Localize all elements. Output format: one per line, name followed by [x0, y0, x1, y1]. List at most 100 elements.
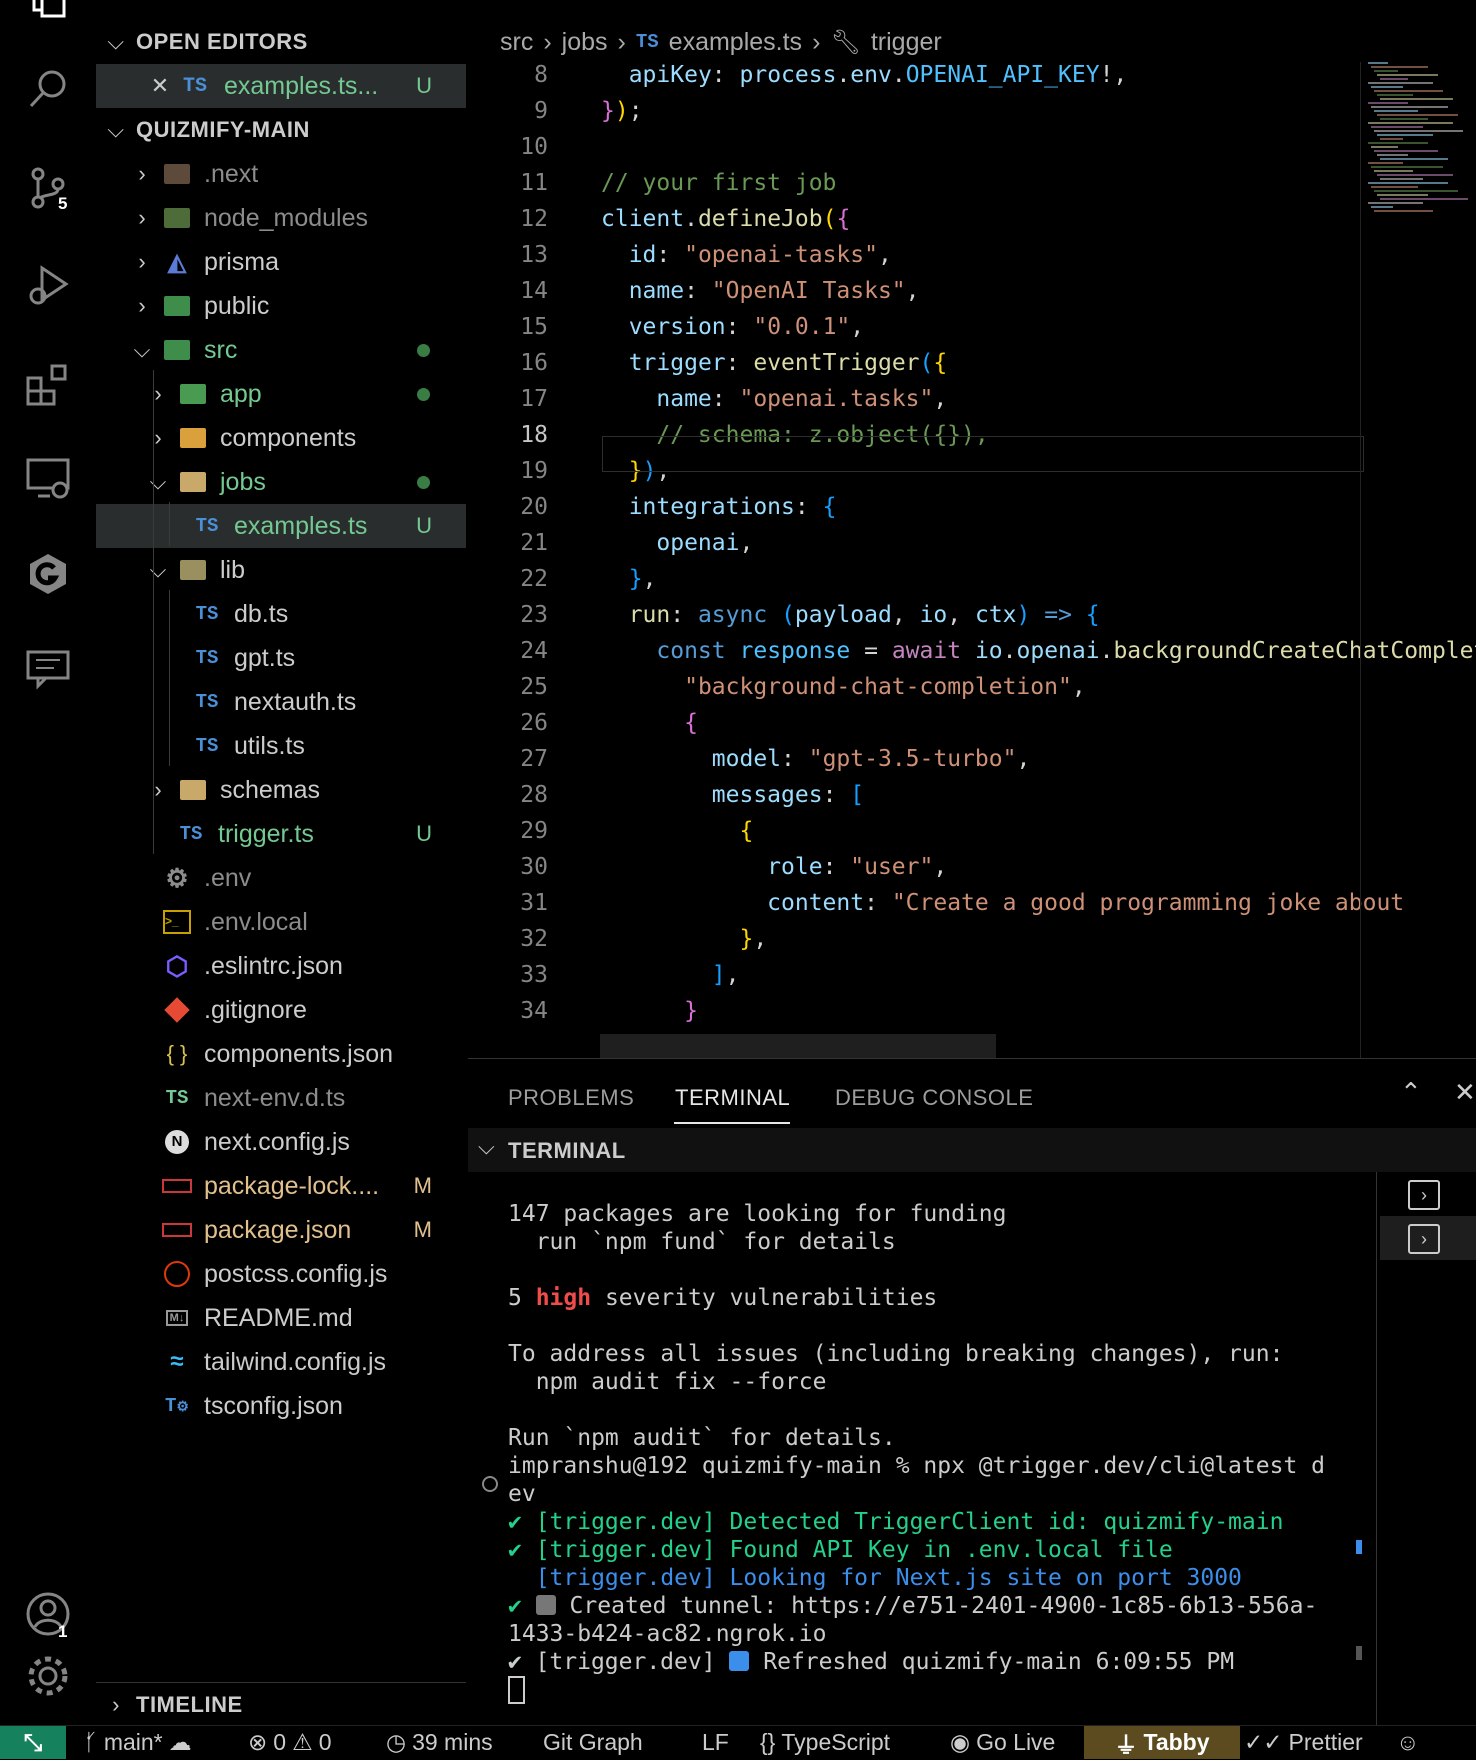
- horizontal-scrollbar[interactable]: [600, 1034, 996, 1058]
- extensions-icon[interactable]: [0, 344, 96, 424]
- tree-item[interactable]: › .next: [96, 152, 466, 196]
- run-debug-icon[interactable]: [0, 246, 96, 326]
- line-number: 27: [520, 746, 548, 772]
- file-status: U: [416, 821, 432, 846]
- git-graph-button[interactable]: Git Graph: [543, 1726, 643, 1759]
- tree-item[interactable]: M↓ README.md: [96, 1296, 466, 1340]
- maximize-panel-icon[interactable]: ⌃: [1400, 1077, 1422, 1108]
- remote-indicator[interactable]: ⤡: [0, 1726, 66, 1759]
- open-editor-item[interactable]: ✕ TS examples.ts... U: [96, 64, 466, 108]
- typescript-file-icon: TS: [195, 647, 219, 669]
- line-number: 26: [520, 710, 548, 736]
- tree-item[interactable]: TS db.ts: [96, 592, 466, 636]
- tree-item[interactable]: { } components.json: [96, 1032, 466, 1076]
- close-panel-icon[interactable]: ✕: [1454, 1077, 1476, 1108]
- tabby-button[interactable]: ⏚ Tabby: [1084, 1726, 1240, 1759]
- tree-item[interactable]: ⌵ jobs: [96, 460, 466, 504]
- code-line: trigger: eventTrigger({: [628, 350, 948, 376]
- tree-item[interactable]: › ◭ prisma: [96, 240, 466, 284]
- tree-item[interactable]: ⌵ lib: [96, 548, 466, 592]
- tree-item[interactable]: package-lock.... M: [96, 1164, 466, 1208]
- typescript-file-icon: TS: [182, 74, 207, 98]
- tree-item[interactable]: TS utils.ts: [96, 724, 466, 768]
- timeline-section[interactable]: › TIMELINE: [96, 1682, 466, 1726]
- tree-item-name: package.json: [204, 1215, 352, 1244]
- double-check-icon: ✓✓: [1244, 1729, 1283, 1755]
- explorer-sidebar: ⌵ OPEN EDITORS ✕ TS examples.ts... U ⌵ Q…: [96, 0, 466, 1725]
- explorer-icon[interactable]: [0, 0, 96, 30]
- branch-indicator[interactable]: ᚶ main* ☁︎: [84, 1726, 192, 1759]
- project-header[interactable]: ⌵ QUIZMIFY-MAIN: [96, 108, 466, 152]
- tree-item[interactable]: T⚙ tsconfig.json: [96, 1384, 466, 1428]
- line-number: 11: [520, 170, 548, 196]
- code-line: });: [601, 98, 643, 124]
- terminal-header[interactable]: ⌵ TERMINAL: [468, 1128, 1476, 1172]
- line-number: 25: [520, 674, 548, 700]
- timeline-header[interactable]: › TIMELINE: [96, 1683, 466, 1727]
- remote-explorer-icon[interactable]: [0, 438, 96, 518]
- go-live-button[interactable]: ◉ Go Live: [950, 1726, 1055, 1759]
- time-tracker[interactable]: ◷ 39 mins: [386, 1726, 493, 1759]
- problems-indicator[interactable]: ⊗ 0 ⚠︎ 0: [248, 1726, 332, 1759]
- minimap[interactable]: [1364, 62, 1476, 222]
- tree-item-name: gpt.ts: [234, 643, 296, 672]
- gitlens-icon[interactable]: [0, 534, 96, 614]
- language-mode[interactable]: {} TypeScript: [760, 1726, 890, 1759]
- breadcrumb-src[interactable]: src: [500, 28, 533, 57]
- feedback-icon[interactable]: ☺︎: [1396, 1726, 1419, 1759]
- tree-item[interactable]: TS trigger.ts U: [96, 812, 466, 856]
- tree-item[interactable]: ≈ tailwind.config.js: [96, 1340, 466, 1384]
- terminal-instance-icon[interactable]: ›: [1408, 1224, 1440, 1254]
- tree-item[interactable]: ⬡ .eslintrc.json: [96, 944, 466, 988]
- tree-item[interactable]: .gitignore: [96, 988, 466, 1032]
- tree-item[interactable]: package.json M: [96, 1208, 466, 1252]
- tree-item[interactable]: ⌵ src: [96, 328, 466, 372]
- tree-item[interactable]: › app: [96, 372, 466, 416]
- tree-item[interactable]: TS gpt.ts: [96, 636, 466, 680]
- code-line: version: "0.0.1",: [628, 314, 865, 340]
- comments-icon[interactable]: [0, 628, 96, 708]
- tree-item[interactable]: >_ .env.local: [96, 900, 466, 944]
- chevron-down-icon: ⌵: [107, 117, 125, 142]
- postcss-icon: [162, 1259, 192, 1289]
- chevron-down-icon: ⌵: [149, 557, 167, 582]
- settings-gear-icon[interactable]: [0, 1636, 96, 1716]
- search-icon[interactable]: [0, 50, 96, 130]
- code-line: client.defineJob({: [601, 206, 851, 232]
- source-control-icon[interactable]: 5: [0, 148, 96, 228]
- line-number: 10: [520, 134, 548, 160]
- breadcrumb-symbol[interactable]: trigger: [871, 28, 942, 57]
- breadcrumb-jobs[interactable]: jobs: [562, 28, 608, 57]
- tree-item[interactable]: › public: [96, 284, 466, 328]
- line-number: 28: [520, 782, 548, 808]
- tree-item-name: src: [204, 335, 238, 364]
- cloud-upload-icon: ☁︎: [168, 1729, 192, 1755]
- tree-item-name: next-env.d.ts: [204, 1083, 346, 1112]
- terminal-instance-icon[interactable]: ›: [1408, 1180, 1440, 1210]
- close-icon[interactable]: ✕: [148, 73, 172, 99]
- tree-item-name: .gitignore: [204, 995, 307, 1024]
- open-editors-header[interactable]: ⌵ OPEN EDITORS: [96, 20, 466, 64]
- line-number: 22: [520, 566, 548, 592]
- tab-terminal[interactable]: TERMINAL: [675, 1085, 790, 1111]
- terminal-output[interactable]: 147 packages are looking for funding run…: [508, 1200, 1368, 1707]
- tree-item[interactable]: Nnext.config.js: [96, 1120, 466, 1164]
- tree-item[interactable]: TS examples.ts U: [96, 504, 466, 548]
- prettier-button[interactable]: ✓✓ Prettier: [1244, 1726, 1363, 1759]
- tab-problems[interactable]: PROBLEMS: [508, 1085, 634, 1111]
- tree-item[interactable]: › components: [96, 416, 466, 460]
- file-status: U: [416, 73, 432, 98]
- tree-item[interactable]: › schemas: [96, 768, 466, 812]
- tree-item-name: package-lock....: [204, 1171, 380, 1200]
- breadcrumb-file[interactable]: examples.ts: [669, 28, 802, 57]
- code-editor[interactable]: 8 9 10 11 12 13 14 15 16 17 18 19 20 21 22 23 24 25 26 27 28…: [468, 62, 1476, 1058]
- tab-debug-console[interactable]: DEBUG CONSOLE: [835, 1085, 1033, 1111]
- tree-item[interactable]: › node_modules: [96, 196, 466, 240]
- tree-item[interactable]: TS nextauth.ts: [96, 680, 466, 724]
- tree-item[interactable]: ⚙ .env: [96, 856, 466, 900]
- eol-indicator[interactable]: LF: [702, 1726, 729, 1759]
- tree-item[interactable]: TS next-env.d.ts: [96, 1076, 466, 1120]
- command-decoration-icon[interactable]: [482, 1476, 498, 1492]
- tree-item[interactable]: postcss.config.js: [96, 1252, 466, 1296]
- node-modules-folder-icon: [162, 203, 192, 233]
